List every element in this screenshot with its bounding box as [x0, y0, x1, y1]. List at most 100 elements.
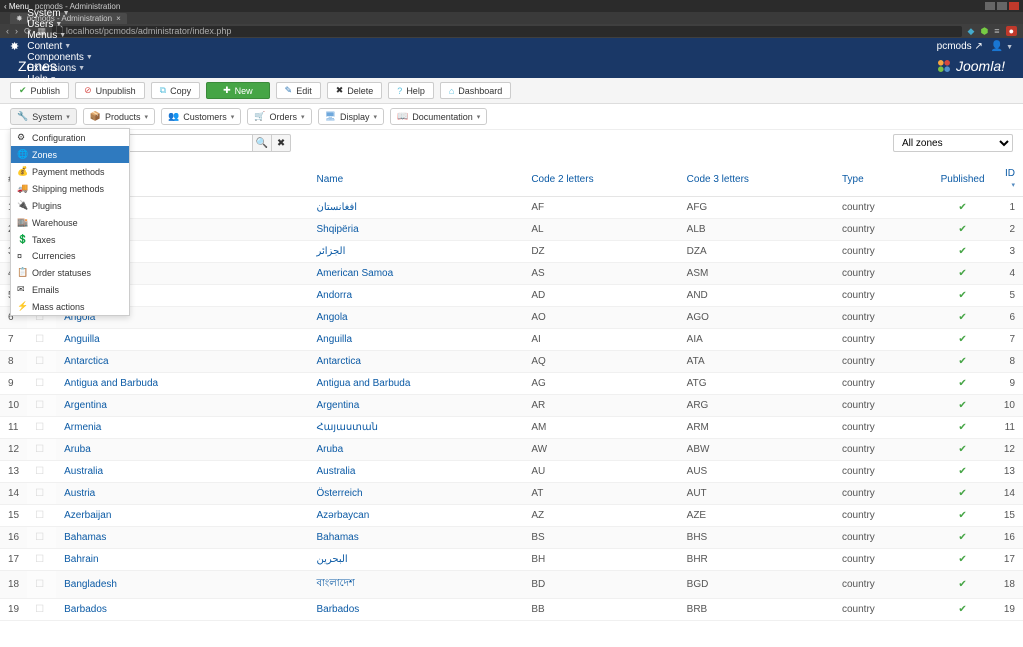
row-english[interactable]: Antigua and Barbuda [56, 373, 308, 395]
col-type[interactable]: Type [834, 162, 933, 197]
copy-button[interactable]: ⧉Copy [151, 82, 200, 99]
row-name[interactable]: Antigua and Barbuda [308, 373, 523, 395]
row-published[interactable]: ✔ [933, 373, 993, 395]
row-checkbox[interactable]: ☐ [27, 571, 56, 599]
row-checkbox[interactable]: ☐ [27, 395, 56, 417]
nav-item-system[interactable]: System ▼ [27, 8, 93, 19]
system-menu-zones[interactable]: 🌐Zones [11, 146, 129, 163]
joomla-brand-icon[interactable]: ✸ [10, 40, 19, 53]
row-published[interactable]: ✔ [933, 461, 993, 483]
system-menu-warehouse[interactable]: 🏬Warehouse [11, 214, 129, 231]
row-name[interactable]: Հայաստան [308, 417, 523, 439]
search-input[interactable] [113, 134, 253, 152]
system-menu-payment-methods[interactable]: 💰Payment methods [11, 163, 129, 180]
row-checkbox[interactable]: ☐ [27, 483, 56, 505]
unpublish-button[interactable]: ⊘Unpublish [75, 82, 145, 99]
col-name[interactable]: Name [308, 162, 523, 197]
row-name[interactable]: Argentina [308, 395, 523, 417]
system-menu-shipping-methods[interactable]: 🚚Shipping methods [11, 180, 129, 197]
row-published[interactable]: ✔ [933, 571, 993, 599]
nav-forward-icon[interactable]: › [15, 26, 18, 36]
row-checkbox[interactable]: ☐ [27, 549, 56, 571]
subnav-system[interactable]: 🔧 System▾ [10, 108, 77, 125]
row-checkbox[interactable]: ☐ [27, 461, 56, 483]
row-checkbox[interactable]: ☐ [27, 329, 56, 351]
system-menu-emails[interactable]: ✉Emails [11, 281, 129, 298]
row-published[interactable]: ✔ [933, 241, 993, 263]
system-menu-currencies[interactable]: ¤Currencies [11, 248, 129, 264]
row-published[interactable]: ✔ [933, 527, 993, 549]
row-english[interactable]: Barbados [56, 599, 308, 621]
tab-close-icon[interactable]: × [116, 14, 121, 23]
row-checkbox[interactable]: ☐ [27, 505, 56, 527]
row-checkbox[interactable]: ☐ [27, 527, 56, 549]
row-published[interactable]: ✔ [933, 219, 993, 241]
system-menu-taxes[interactable]: 💲Taxes [11, 231, 129, 248]
browser-extension-icon[interactable]: ◆ [968, 26, 975, 37]
col-published[interactable]: Published [933, 162, 993, 197]
window-maximize-icon[interactable] [997, 2, 1007, 10]
joomla-logo[interactable]: Joomla! [936, 58, 1005, 74]
row-name[interactable]: افغانستان [308, 197, 523, 219]
row-name[interactable]: Anguilla [308, 329, 523, 351]
site-name[interactable]: pcmods ↗ [937, 41, 983, 52]
new-button[interactable]: ✚New [206, 82, 270, 99]
row-published[interactable]: ✔ [933, 307, 993, 329]
nav-back-icon[interactable]: ‹ [6, 26, 9, 36]
row-checkbox[interactable]: ☐ [27, 417, 56, 439]
system-menu-mass-actions[interactable]: ⚡Mass actions [11, 298, 129, 315]
row-english[interactable]: Australia [56, 461, 308, 483]
row-published[interactable]: ✔ [933, 395, 993, 417]
delete-button[interactable]: ✖Delete [327, 82, 383, 99]
search-button[interactable]: 🔍 [252, 134, 272, 152]
row-published[interactable]: ✔ [933, 439, 993, 461]
browser-extension-icon[interactable]: ⬢ [980, 26, 988, 37]
row-published[interactable]: ✔ [933, 197, 993, 219]
row-published[interactable]: ✔ [933, 285, 993, 307]
col-id[interactable]: ID ▾ [993, 162, 1023, 197]
browser-menu-icon[interactable]: ≡ [994, 26, 999, 36]
window-close-icon[interactable] [1009, 2, 1019, 10]
row-name[interactable]: Shqipëria [308, 219, 523, 241]
url-bar[interactable]: 🗋 localhost/pcmods/administrator/index.p… [52, 26, 961, 37]
nav-item-users[interactable]: Users ▼ [27, 19, 93, 30]
row-name[interactable]: Barbados [308, 599, 523, 621]
system-menu-configuration[interactable]: ⚙Configuration [11, 129, 129, 146]
row-checkbox[interactable]: ☐ [27, 599, 56, 621]
row-english[interactable]: Antarctica [56, 351, 308, 373]
row-name[interactable]: الجزائر [308, 241, 523, 263]
row-published[interactable]: ✔ [933, 549, 993, 571]
row-english[interactable]: Anguilla [56, 329, 308, 351]
row-checkbox[interactable]: ☐ [27, 439, 56, 461]
subnav-products[interactable]: 📦 Products▾ [83, 108, 155, 125]
row-english[interactable]: Azerbaijan [56, 505, 308, 527]
row-checkbox[interactable]: ☐ [27, 351, 56, 373]
subnav-documentation[interactable]: 📖 Documentation▾ [390, 108, 487, 125]
row-published[interactable]: ✔ [933, 329, 993, 351]
system-menu-plugins[interactable]: 🔌Plugins [11, 197, 129, 214]
row-name[interactable]: Angola [308, 307, 523, 329]
browser-badge-icon[interactable]: ● [1006, 26, 1017, 36]
zone-filter-select[interactable]: All zones [893, 134, 1013, 152]
nav-item-content[interactable]: Content ▼ [27, 41, 93, 52]
row-checkbox[interactable]: ☐ [27, 373, 56, 395]
row-name[interactable]: Australia [308, 461, 523, 483]
row-published[interactable]: ✔ [933, 263, 993, 285]
subnav-customers[interactable]: 👥 Customers▾ [161, 108, 241, 125]
row-name[interactable]: বাংলাদেশ [308, 571, 523, 599]
col-code3[interactable]: Code 3 letters [679, 162, 834, 197]
row-published[interactable]: ✔ [933, 599, 993, 621]
edit-button[interactable]: ✎Edit [276, 82, 321, 99]
user-menu[interactable]: 👤 ▼ [991, 41, 1013, 52]
row-english[interactable]: Bahamas [56, 527, 308, 549]
dashboard-button[interactable]: ⌂Dashboard [440, 82, 511, 99]
row-english[interactable]: Aruba [56, 439, 308, 461]
row-name[interactable]: Bahamas [308, 527, 523, 549]
row-name[interactable]: Andorra [308, 285, 523, 307]
row-english[interactable]: Bahrain [56, 549, 308, 571]
help-button[interactable]: ?Help [388, 82, 434, 99]
row-english[interactable]: Argentina [56, 395, 308, 417]
row-name[interactable]: Österreich [308, 483, 523, 505]
row-published[interactable]: ✔ [933, 417, 993, 439]
subnav-orders[interactable]: 🛒 Orders▾ [247, 108, 311, 125]
